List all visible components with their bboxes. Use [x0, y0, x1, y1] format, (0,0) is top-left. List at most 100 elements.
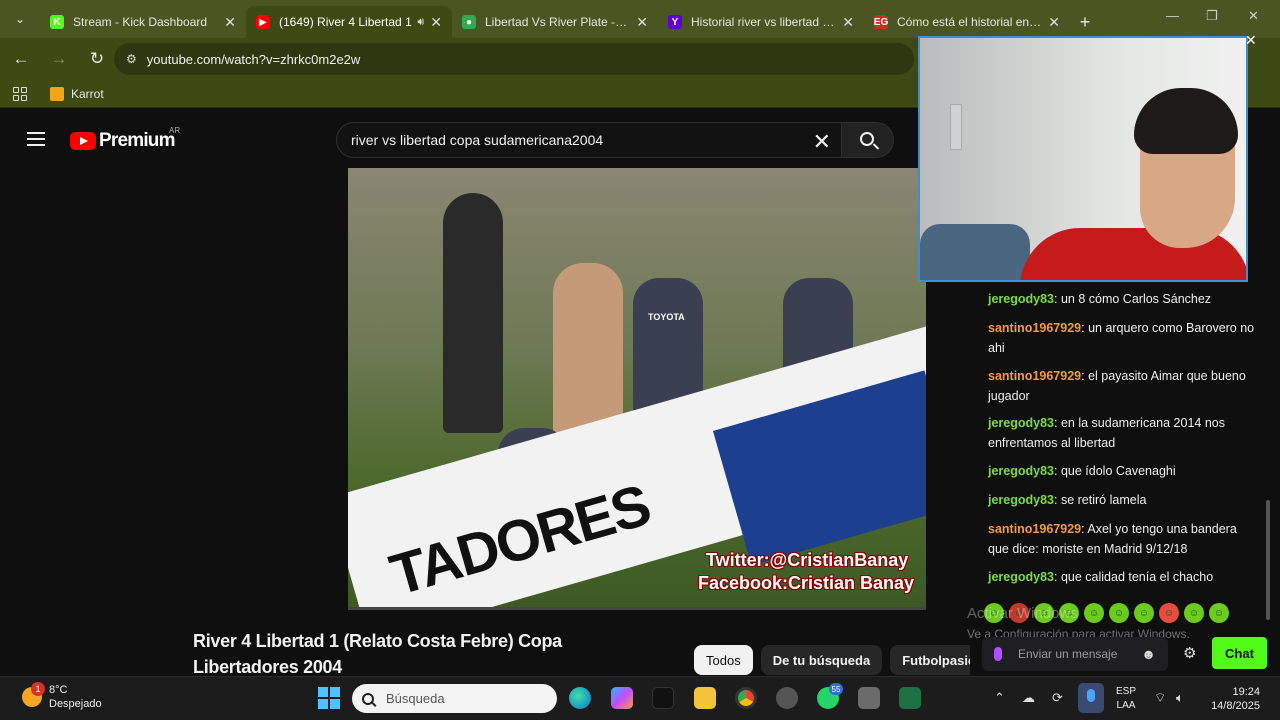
chat-message: santino1967929: un arquero como Barovero…: [988, 318, 1258, 358]
file-explorer-icon[interactable]: [694, 687, 716, 709]
taskbar-search-placeholder: Búsqueda: [386, 691, 445, 706]
light-switch: [950, 104, 962, 150]
edge-icon[interactable]: [569, 687, 591, 709]
sync-icon[interactable]: ⟳: [1052, 690, 1063, 706]
tiktok-icon[interactable]: [652, 687, 674, 709]
microphone-icon[interactable]: [1078, 683, 1104, 713]
excel-icon[interactable]: [899, 687, 921, 709]
video-progress-bar[interactable]: [348, 607, 926, 610]
clear-search-icon[interactable]: ✕: [813, 129, 831, 155]
back-button[interactable]: ←: [4, 42, 38, 76]
karrot-icon: [50, 86, 64, 101]
chat-username[interactable]: jeregody83: [988, 570, 1054, 584]
webcam-overlay[interactable]: [918, 36, 1248, 282]
close-tab-icon[interactable]: ✕: [842, 14, 854, 31]
youtube-header: Premium AR ✕: [0, 112, 970, 166]
close-tab-icon[interactable]: ✕: [636, 14, 648, 31]
video-title: River 4 Libertad 1 (Relato Costa Febre) …: [193, 631, 562, 677]
search-icon: [859, 132, 874, 146]
close-window-icon[interactable]: ✕: [1248, 8, 1259, 24]
chat-text: que ídolo Cavenaghi: [1060, 464, 1176, 478]
chat-colon: :: [1054, 493, 1061, 507]
chat-text: se retiró lamela: [1060, 493, 1147, 507]
emote-icon[interactable]: ☺: [1134, 603, 1154, 623]
video-overlay-facebook: Facebook:Cristian Banay: [698, 573, 915, 593]
chat-scrollbar[interactable]: [1266, 500, 1270, 620]
tab-title: Historial river vs libertad - Y: [691, 15, 837, 29]
clock-time: 19:24: [1232, 686, 1260, 698]
emote-icon[interactable]: ☺: [1184, 603, 1204, 623]
browser-tab[interactable]: ▶ (1649) River 4 Libertad 1 🔊︎ ✕: [246, 6, 452, 38]
chat-colon: :: [1054, 292, 1061, 306]
mic-icon[interactable]: [994, 647, 1002, 661]
taskbar-search[interactable]: Búsqueda: [352, 684, 557, 713]
close-webcam-icon[interactable]: ✕: [1245, 32, 1257, 49]
emote-icon[interactable]: ☺: [1209, 603, 1229, 623]
volume-icon[interactable]: 🔈︎: [1176, 690, 1184, 706]
language-indicator[interactable]: ESP LAA: [1116, 685, 1136, 713]
app-icon[interactable]: [776, 687, 798, 709]
clock-date: 14/8/2025: [1211, 700, 1260, 712]
chat-input[interactable]: Enviar un mensaje ☻: [982, 637, 1168, 671]
chat-username[interactable]: santino1967929: [988, 321, 1081, 335]
apps-grid-icon[interactable]: [13, 86, 27, 101]
emote-icon[interactable]: ☺: [1159, 603, 1179, 623]
chat-username[interactable]: jeregody83: [988, 493, 1054, 507]
chat-message: santino1967929: Axel yo tengo una bander…: [988, 519, 1258, 559]
chat-message: jeregody83: que ídolo Cavenaghi: [988, 461, 1258, 481]
tab-favicon-icon: EG: [873, 15, 889, 29]
chat-settings-icon[interactable]: ⚙: [1183, 644, 1196, 662]
bookmark-karrot[interactable]: Karrot: [50, 86, 104, 101]
address-bar[interactable]: ⚙ youtube.com/watch?v=zhrkc0m2e2w: [114, 43, 914, 75]
browser-tab[interactable]: Y Historial river vs libertad - Y ✕: [658, 6, 864, 38]
chat-username[interactable]: jeregody83: [988, 416, 1054, 430]
chat-username[interactable]: santino1967929: [988, 522, 1081, 536]
filter-chip[interactable]: De tu búsqueda: [760, 645, 883, 675]
browser-tab[interactable]: K Stream - Kick Dashboard ✕: [40, 6, 246, 38]
search-input[interactable]: [351, 132, 791, 148]
emote-icon[interactable]: ☺: [1084, 603, 1104, 623]
wifi-icon[interactable]: ⌔: [1154, 690, 1166, 706]
close-tab-icon[interactable]: ✕: [224, 14, 236, 31]
video-player[interactable]: TADORES TOYOTA Twitter:@CristianBanay Fa…: [348, 168, 926, 607]
chat-username[interactable]: jeregody83: [988, 464, 1054, 478]
close-tab-icon[interactable]: ✕: [430, 14, 442, 31]
new-tab-button[interactable]: +: [1070, 6, 1100, 38]
start-button[interactable]: [318, 687, 340, 709]
emote-icon[interactable]: ☺: [1109, 603, 1129, 623]
weather-text: 8°C Despejado: [49, 683, 102, 711]
clock[interactable]: 19:24 14/8/2025: [1205, 685, 1260, 713]
minimize-icon[interactable]: —: [1166, 8, 1179, 23]
weather-badge: 1: [31, 682, 45, 696]
menu-icon[interactable]: [27, 132, 45, 146]
browser-tab[interactable]: ● Libertad Vs River Plate - Res ✕: [452, 6, 658, 38]
filter-chips: Todos De tu búsqueda Futbolpasion: [694, 645, 996, 677]
forward-button[interactable]: →: [42, 42, 76, 76]
chrome-icon[interactable]: [735, 687, 757, 709]
browser-tab[interactable]: EG Cómo está el historial entre ✕: [864, 6, 1070, 38]
ad-board-text: TADORES: [383, 472, 657, 607]
youtube-logo[interactable]: Premium: [70, 130, 176, 152]
weather-desc: Despejado: [49, 698, 102, 710]
filter-chip[interactable]: Todos: [694, 645, 753, 675]
chevron-up-icon[interactable]: ⌃: [994, 690, 1005, 706]
search-button[interactable]: [842, 122, 894, 158]
copilot-icon[interactable]: [611, 687, 633, 709]
chat-colon: :: [1054, 570, 1061, 584]
site-info-icon[interactable]: ⚙: [126, 52, 137, 66]
tab-favicon-icon: K: [50, 15, 64, 29]
chevron-down-icon: ⌄: [14, 12, 26, 26]
reload-icon: ↻: [89, 49, 105, 68]
close-tab-icon[interactable]: ✕: [1048, 14, 1060, 31]
calculator-icon[interactable]: [858, 687, 880, 709]
tab-search-button[interactable]: ⌄: [0, 0, 40, 38]
emoji-icon[interactable]: ☻: [1141, 646, 1156, 662]
chat-username[interactable]: santino1967929: [988, 369, 1081, 383]
chat-username[interactable]: jeregody83: [988, 292, 1054, 306]
cloud-icon[interactable]: ☁: [1022, 690, 1035, 706]
reload-button[interactable]: ↻: [80, 42, 114, 76]
maximize-icon[interactable]: ❐: [1206, 8, 1218, 24]
send-chat-button[interactable]: Chat: [1212, 637, 1267, 669]
audio-icon[interactable]: 🔊︎: [417, 16, 424, 29]
chat-message: santino1967929: el payasito Aimar que bu…: [988, 366, 1258, 406]
